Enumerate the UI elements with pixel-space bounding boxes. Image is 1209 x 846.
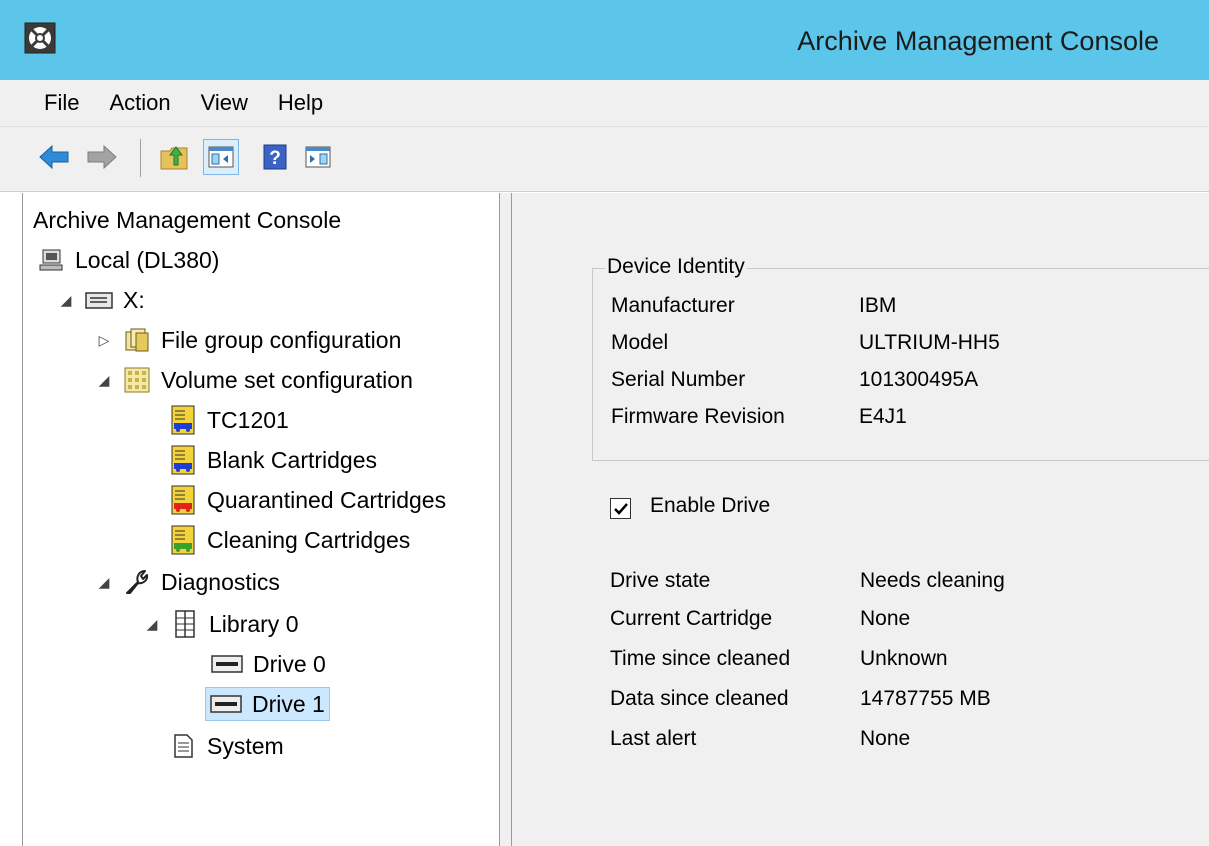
tree-node-diagnostics[interactable]: ◢ Diagnostics bbox=[95, 563, 280, 601]
prop-value: E4J1 bbox=[859, 405, 907, 428]
tree-node-label: Library 0 bbox=[209, 610, 299, 637]
menu-view[interactable]: View bbox=[201, 90, 248, 116]
tree-node-label: System bbox=[207, 732, 284, 759]
tree-node-library-0[interactable]: ◢ Library 0 bbox=[143, 605, 298, 643]
library-icon bbox=[171, 610, 199, 638]
cartridge-set-red-icon bbox=[169, 485, 197, 515]
prop-value: None bbox=[860, 607, 911, 630]
prop-label: Serial Number bbox=[611, 368, 746, 391]
wrench-icon bbox=[123, 568, 151, 596]
menu-bar: File Action View Help bbox=[0, 80, 1209, 126]
system-document-icon bbox=[169, 732, 197, 760]
device-identity-group: Device Identity Manufacturer IBM Model U… bbox=[592, 255, 1209, 461]
prop-label: Time since cleaned bbox=[610, 647, 791, 670]
prop-value: Needs cleaning bbox=[860, 569, 1005, 592]
collapse-arrow-icon[interactable]: ◢ bbox=[95, 372, 113, 389]
cartridge-set-green-icon bbox=[169, 525, 197, 555]
collapse-arrow-icon[interactable]: ◢ bbox=[95, 574, 113, 591]
tree-node-cleaning-cartridges[interactable]: Cleaning Cartridges bbox=[169, 521, 410, 559]
prop-label: Drive state bbox=[610, 569, 711, 592]
prop-value: 14787755 MB bbox=[860, 687, 991, 710]
prop-value: None bbox=[860, 727, 911, 750]
prop-value: ULTRIUM-HH5 bbox=[859, 331, 1000, 354]
tree-node-local[interactable]: Local (DL380) bbox=[37, 241, 219, 279]
drive-icon bbox=[85, 286, 113, 314]
menu-file[interactable]: File bbox=[44, 90, 79, 116]
cartridge-set-blue-icon bbox=[169, 405, 197, 435]
show-hide-console-tree-icon[interactable] bbox=[203, 139, 239, 175]
tree-node-tc1201[interactable]: TC1201 bbox=[169, 401, 289, 439]
pane-splitter[interactable] bbox=[500, 193, 512, 846]
prop-label: Last alert bbox=[610, 727, 697, 750]
collapse-arrow-icon[interactable]: ◢ bbox=[57, 292, 75, 309]
cartridge-set-blue-icon bbox=[169, 445, 197, 475]
tree-root[interactable]: Archive Management Console bbox=[33, 201, 341, 239]
selected-highlight[interactable]: Drive 1 bbox=[205, 687, 330, 721]
computer-icon bbox=[37, 246, 65, 274]
tree-node-label: Local (DL380) bbox=[75, 246, 220, 273]
group-legend: Device Identity bbox=[605, 255, 747, 279]
help-icon[interactable]: ? bbox=[257, 139, 293, 175]
prop-label: Manufacturer bbox=[611, 294, 735, 317]
collapse-arrow-icon[interactable]: ◢ bbox=[143, 616, 161, 633]
tree-node-volume-set-configuration[interactable]: ◢ Volume set configuration bbox=[95, 361, 413, 399]
menu-help[interactable]: Help bbox=[278, 90, 323, 116]
tape-drive-icon bbox=[210, 690, 242, 718]
volume-set-icon bbox=[123, 366, 151, 394]
tree-node-blank-cartridges[interactable]: Blank Cartridges bbox=[169, 441, 377, 479]
forward-arrow-icon[interactable] bbox=[84, 139, 120, 175]
tree-node-label: Diagnostics bbox=[161, 568, 280, 595]
tree-node-system[interactable]: System bbox=[169, 727, 284, 765]
prop-label: Firmware Revision bbox=[611, 405, 785, 428]
tree-node-label: Drive 1 bbox=[252, 690, 325, 717]
tree-node-label: Volume set configuration bbox=[161, 366, 413, 393]
tree-root-label: Archive Management Console bbox=[33, 206, 342, 233]
tree-node-label: X: bbox=[123, 286, 145, 313]
title-bar[interactable]: Archive Management Console bbox=[0, 0, 1209, 80]
details-pane: Device Identity Manufacturer IBM Model U… bbox=[512, 193, 1209, 846]
window-title: Archive Management Console bbox=[797, 26, 1159, 56]
svg-text:?: ? bbox=[269, 148, 281, 169]
back-arrow-icon[interactable] bbox=[36, 139, 72, 175]
console-tree[interactable]: Archive Management Console Local (DL380)… bbox=[22, 193, 500, 846]
checkmark-icon bbox=[613, 502, 628, 515]
tape-drive-icon bbox=[211, 650, 243, 678]
tree-node-x-drive[interactable]: ◢ X: bbox=[57, 281, 145, 319]
toolbar: ? bbox=[0, 126, 1209, 192]
tree-node-label: TC1201 bbox=[207, 406, 289, 433]
expand-arrow-icon[interactable]: ▷ bbox=[95, 332, 113, 349]
prop-label: Current Cartridge bbox=[610, 607, 773, 630]
tree-node-label: Quarantined Cartridges bbox=[207, 486, 447, 513]
prop-label: Model bbox=[611, 331, 669, 354]
tree-node-file-group-configuration[interactable]: ▷ File group configuration bbox=[95, 321, 402, 359]
tree-node-label: File group configuration bbox=[161, 326, 402, 353]
toolbar-separator bbox=[140, 139, 141, 177]
tree-node-quarantined-cartridges[interactable]: Quarantined Cartridges bbox=[169, 481, 446, 519]
tree-node-drive-0[interactable]: Drive 0 bbox=[211, 645, 326, 683]
show-hide-action-pane-icon[interactable] bbox=[300, 139, 336, 175]
prop-value: 101300495A bbox=[859, 368, 979, 391]
prop-value: Unknown bbox=[860, 647, 948, 670]
tree-node-label: Drive 0 bbox=[253, 650, 326, 677]
menu-action[interactable]: Action bbox=[109, 90, 170, 116]
prop-value: IBM bbox=[859, 294, 897, 317]
enable-drive-label[interactable]: Enable Drive bbox=[650, 494, 770, 518]
tree-node-label: Cleaning Cartridges bbox=[207, 526, 411, 553]
tree-node-drive-1[interactable]: Drive 1 bbox=[205, 685, 330, 723]
mmc-snapin-icon[interactable] bbox=[24, 22, 56, 54]
prop-label: Data since cleaned bbox=[610, 687, 789, 710]
tree-node-label: Blank Cartridges bbox=[207, 446, 378, 473]
up-folder-icon[interactable] bbox=[156, 139, 192, 175]
enable-drive-checkbox[interactable] bbox=[610, 498, 631, 519]
file-group-icon bbox=[123, 326, 151, 354]
